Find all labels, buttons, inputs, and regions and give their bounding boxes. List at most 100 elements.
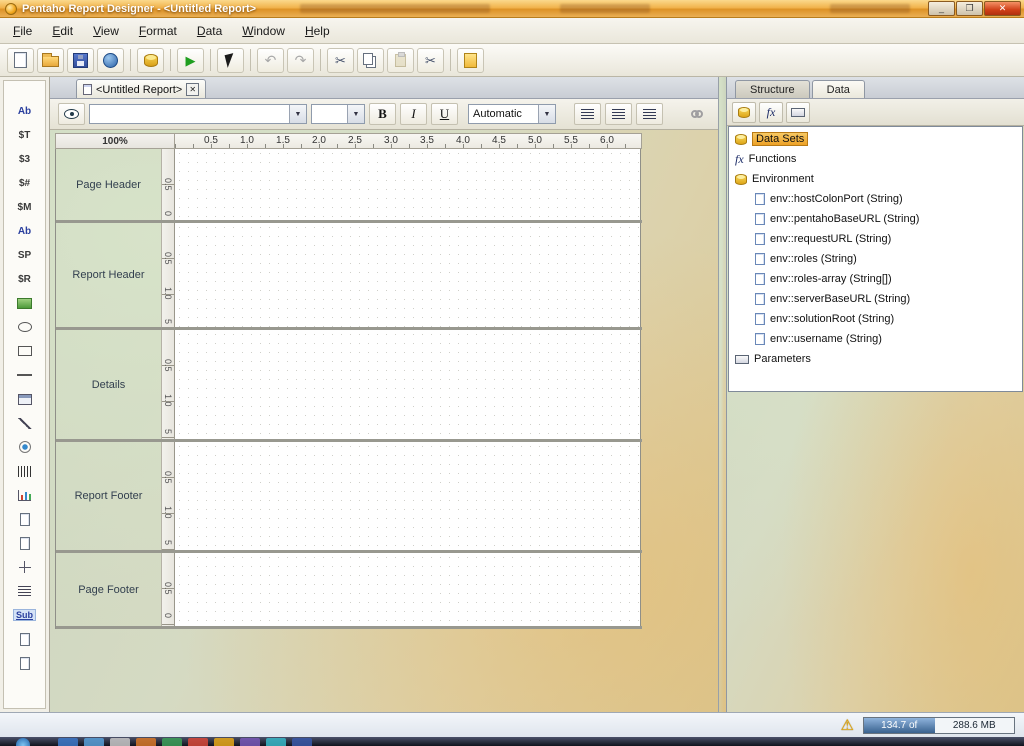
palette-item-resource-message[interactable]: $R (6, 267, 44, 291)
tree-item-env-requesturl[interactable]: env::requestURL (String) (729, 229, 1022, 249)
cut-button[interactable]: ✂ (327, 47, 354, 73)
palette-item-message-field[interactable]: $M (6, 195, 44, 219)
tree-item-functions[interactable]: fx Functions (729, 149, 1022, 169)
palette-item-date-field[interactable]: $# (6, 171, 44, 195)
redo-button[interactable]: ↷ (287, 47, 314, 73)
palette-item-resource-field[interactable]: SP (6, 243, 44, 267)
add-parameter-button[interactable] (786, 101, 810, 123)
band-details[interactable]: Details 0.5 1.0 5 (56, 330, 642, 442)
palette-item-subreport[interactable]: Sub (6, 603, 44, 627)
select-objects-button[interactable] (217, 47, 244, 73)
save-report-button[interactable] (67, 47, 94, 73)
palette-item-survey-scale[interactable] (6, 435, 44, 459)
palette-item-chart[interactable] (6, 483, 44, 507)
tree-item-env-hostcolonport[interactable]: env::hostColonPort (String) (729, 189, 1022, 209)
font-size-select[interactable]: ▼ (311, 104, 365, 124)
band-label[interactable]: Details (56, 330, 161, 439)
palette-item-ellipse[interactable] (6, 315, 44, 339)
menu-edit[interactable]: Edit (43, 20, 82, 42)
open-report-button[interactable] (37, 47, 64, 73)
tree-item-env-solutionroot[interactable]: env::solutionRoot (String) (729, 309, 1022, 329)
band-page-footer[interactable]: Page Footer 0.5 0 (56, 553, 642, 629)
publish-button[interactable] (97, 47, 124, 73)
taskbar-app-icon[interactable] (84, 738, 104, 746)
tab-data[interactable]: Data (811, 80, 865, 98)
panel-splitter[interactable] (718, 77, 726, 712)
memory-indicator[interactable]: 134.7 of 288.6 MB (863, 716, 1015, 734)
tree-item-parameters[interactable]: Parameters (729, 349, 1022, 369)
band-label[interactable]: Page Footer (56, 553, 161, 626)
tree-item-env-pentahobaseurl[interactable]: env::pentahoBaseURL (String) (729, 209, 1022, 229)
taskbar-app-icon[interactable] (214, 738, 234, 746)
page-footer-canvas[interactable] (175, 553, 641, 626)
page-header-canvas[interactable] (175, 149, 641, 220)
tree-item-env-username[interactable]: env::username (String) (729, 329, 1022, 349)
add-function-button[interactable]: fx (759, 101, 783, 123)
taskbar-app-icon[interactable] (110, 738, 130, 746)
tree-item-environment[interactable]: Environment (729, 169, 1022, 189)
taskbar-app-icon[interactable] (240, 738, 260, 746)
font-color-select[interactable]: Automatic ▼ (468, 104, 556, 124)
close-button[interactable]: ✕ (984, 1, 1021, 16)
menu-data[interactable]: Data (188, 20, 231, 42)
paste-button[interactable] (387, 47, 414, 73)
palette-item-text-field[interactable]: $T (6, 123, 44, 147)
report-header-canvas[interactable] (175, 223, 641, 327)
link-button[interactable] (683, 103, 710, 125)
preview-button[interactable]: ▶ (177, 47, 204, 73)
add-datasource-button[interactable] (137, 47, 164, 73)
new-report-button[interactable] (7, 47, 34, 73)
taskbar-app-icon[interactable] (58, 738, 78, 746)
chevron-down-icon[interactable]: ▼ (347, 105, 364, 123)
undo-button[interactable]: ↶ (257, 47, 284, 73)
band-report-footer[interactable]: Report Footer 0.5 1.0 5 (56, 442, 642, 553)
tree-item-env-roles-array[interactable]: env::roles-array (String[]) (729, 269, 1022, 289)
menu-help[interactable]: Help (296, 20, 339, 42)
add-datasource-button-small[interactable] (732, 101, 756, 123)
chevron-down-icon[interactable]: ▼ (538, 105, 555, 123)
taskbar-app-icon[interactable] (162, 738, 182, 746)
palette-item-resource-label[interactable]: Ab (6, 219, 44, 243)
tab-close-button[interactable]: ✕ (186, 83, 200, 96)
band-label[interactable]: Report Header (56, 223, 161, 327)
report-footer-canvas[interactable] (175, 442, 641, 550)
align-center-button[interactable] (605, 103, 632, 125)
italic-button[interactable]: I (400, 103, 427, 125)
report-wizard-button[interactable] (457, 47, 484, 73)
maximize-button[interactable]: ❐ (956, 1, 983, 16)
menu-window[interactable]: Window (233, 20, 294, 42)
palette-item-band[interactable] (6, 579, 44, 603)
document-tab[interactable]: <Untitled Report> ✕ (76, 79, 207, 98)
start-orb-icon[interactable] (16, 738, 30, 746)
palette-item-line-sparkline[interactable] (6, 531, 44, 555)
palette-item-content[interactable] (6, 627, 44, 651)
palette-item-rectangle[interactable] (6, 339, 44, 363)
palette-item-horizontal-line[interactable] (6, 363, 44, 387)
font-family-select[interactable]: ▼ (89, 104, 307, 124)
menu-format[interactable]: Format (130, 20, 186, 42)
palette-item-number-field[interactable]: $3 (6, 147, 44, 171)
taskbar-app-icon[interactable] (136, 738, 156, 746)
tree-item-env-serverbaseurl[interactable]: env::serverBaseURL (String) (729, 289, 1022, 309)
tree-item-data-sets[interactable]: Data Sets (729, 129, 1022, 149)
band-label[interactable]: Report Footer (56, 442, 161, 550)
band-page-header[interactable]: Page Header 0.5 0 (56, 149, 642, 223)
minimize-button[interactable]: _ (928, 1, 955, 16)
palette-item-line[interactable] (6, 411, 44, 435)
palette-item-image[interactable] (6, 291, 44, 315)
menu-file[interactable]: File (4, 20, 41, 42)
delete-button[interactable]: ✂ (417, 47, 444, 73)
taskbar-app-icon[interactable] (188, 738, 208, 746)
palette-item-bar-sparkline[interactable] (6, 507, 44, 531)
palette-item-barcode[interactable] (6, 459, 44, 483)
details-canvas[interactable] (175, 330, 641, 439)
warning-icon[interactable]: ⚠ (841, 718, 854, 733)
palette-item-crosstab[interactable] (6, 555, 44, 579)
preview-toggle-button[interactable] (58, 103, 85, 125)
bold-button[interactable]: B (369, 103, 396, 125)
chevron-down-icon[interactable]: ▼ (289, 105, 306, 123)
tree-item-env-roles[interactable]: env::roles (String) (729, 249, 1022, 269)
taskbar-app-icon[interactable] (292, 738, 312, 746)
zoom-level[interactable]: 100% (55, 133, 174, 149)
palette-item-table[interactable] (6, 387, 44, 411)
